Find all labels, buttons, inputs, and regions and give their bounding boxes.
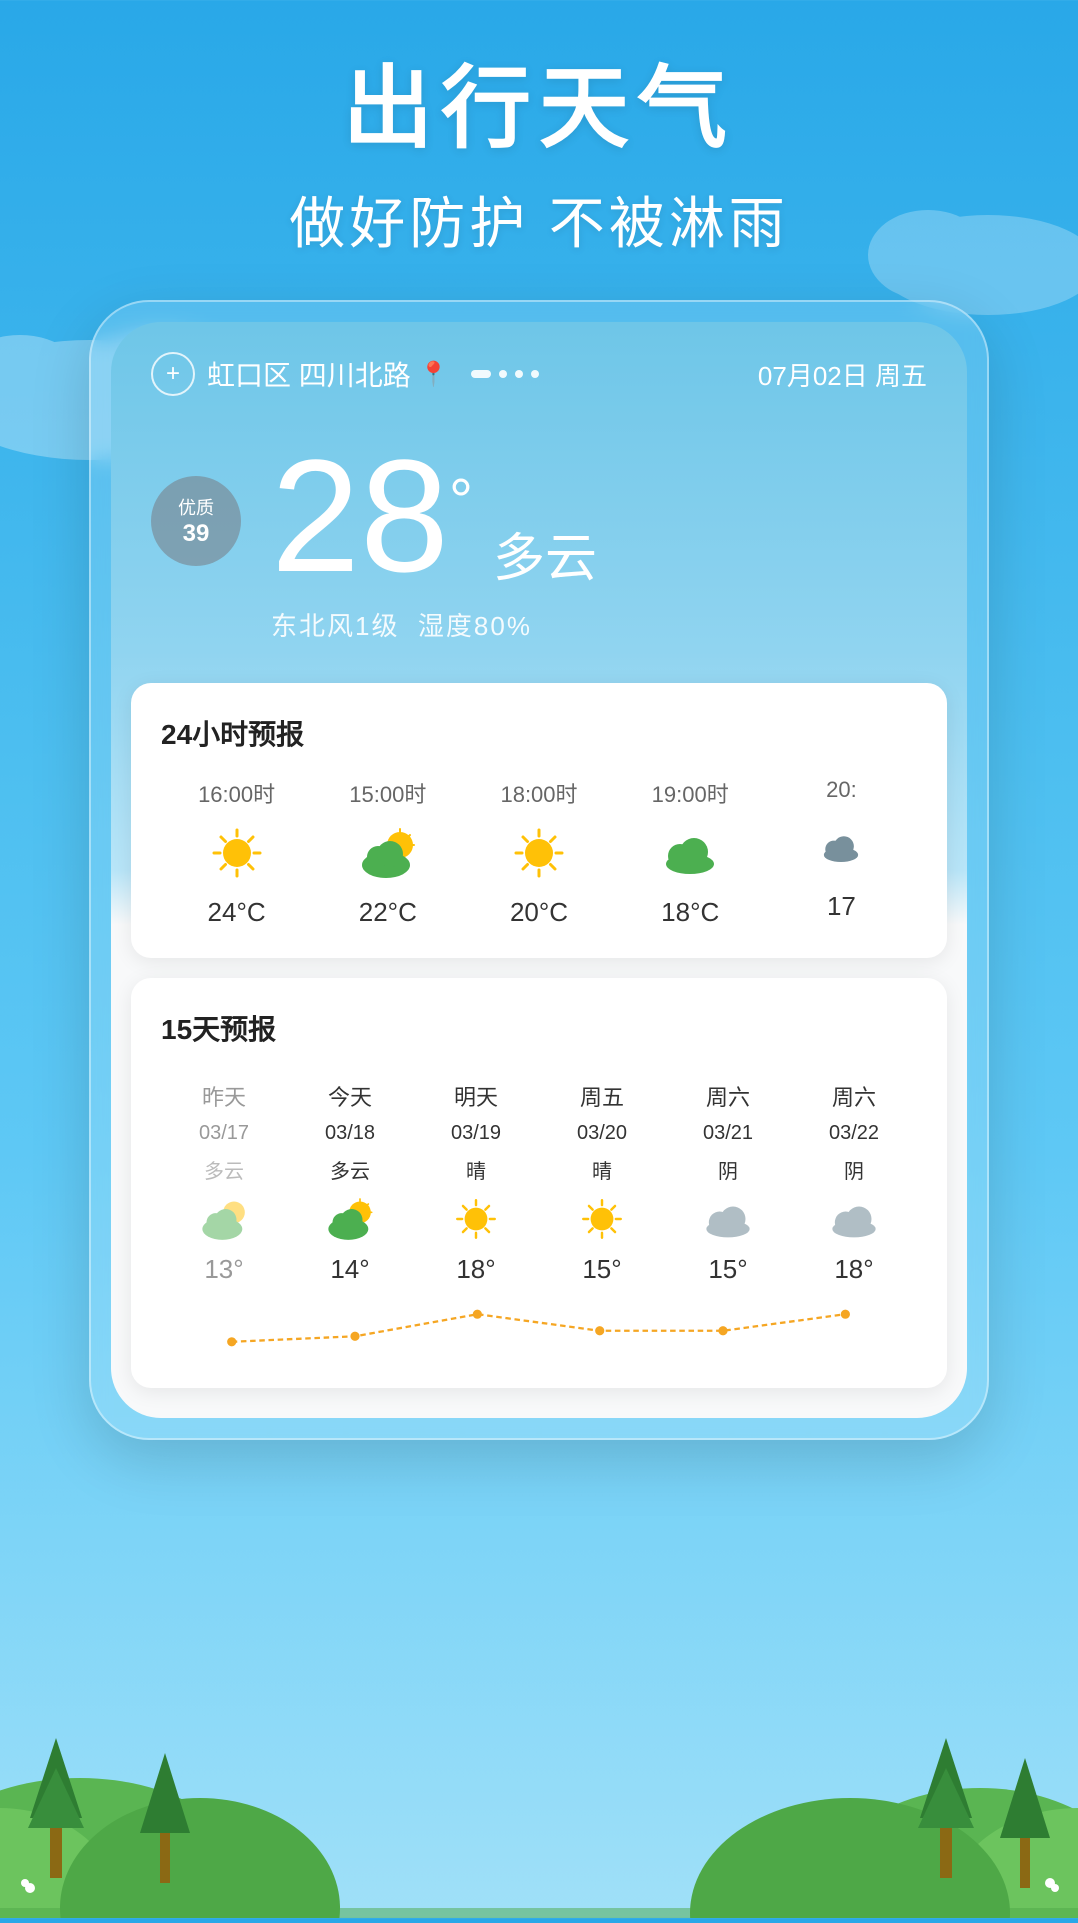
hour-icon-1 — [207, 823, 267, 883]
day-item-3: 明天 03/19 晴 — [413, 1072, 539, 1293]
hour-icon-2 — [358, 823, 418, 883]
hour-label-1: 16:00时 — [198, 777, 275, 809]
day-temp-6: 18° — [834, 1254, 873, 1285]
aqi-label: 优质 — [178, 494, 214, 520]
aqi-badge: 优质 39 — [151, 476, 241, 566]
top-banner: 出行天气 做好防护 不被淋雨 — [0, 0, 1078, 300]
day-date-4: 03/20 — [577, 1122, 627, 1145]
page-indicators — [471, 370, 539, 378]
dot-1 — [471, 370, 491, 378]
hour-label-3: 18:00时 — [500, 777, 577, 809]
sub-title: 做好防护 不被淋雨 — [40, 179, 1038, 260]
day-temp-4: 15° — [582, 1254, 621, 1285]
day-label-2: 今天 — [328, 1080, 372, 1112]
day-temp-1: 13° — [204, 1254, 243, 1285]
day-label-4: 周五 — [580, 1080, 624, 1112]
day-temp-3: 18° — [456, 1254, 495, 1285]
day-label-5: 周六 — [706, 1080, 750, 1112]
aqi-value: 39 — [183, 520, 210, 548]
hour-temp-3: 20°C — [510, 897, 568, 928]
dot-2 — [499, 370, 507, 378]
hour-label-2: 15:00时 — [349, 777, 426, 809]
weather-header: + 虹口区 四川北路 📍 07月02日 周五 — [111, 322, 967, 416]
hour-icon-5 — [811, 817, 871, 877]
day-condition-2: 多云 — [330, 1155, 370, 1184]
daily-forecast-card: 15天预报 昨天 03/17 多云 — [131, 978, 947, 1388]
hourly-forecast-card: 24小时预报 16:00时 — [131, 683, 947, 958]
day-date-1: 03/17 — [199, 1122, 249, 1145]
day-icon-5 — [703, 1194, 753, 1244]
phone-mockup: + 虹口区 四川北路 📍 07月02日 周五 — [89, 300, 989, 1440]
day-condition-6: 阴 — [844, 1155, 864, 1184]
bottom-scenery — [0, 1618, 1078, 1918]
date-display: 07月02日 周五 — [758, 356, 927, 393]
day-condition-3: 晴 — [466, 1155, 486, 1184]
day-label-3: 明天 — [454, 1080, 498, 1112]
day-icon-4 — [577, 1194, 627, 1244]
hour-temp-1: 24°C — [208, 897, 266, 928]
hour-item-4: 19:00时 18°C — [615, 777, 766, 928]
degree-symbol: ° — [449, 466, 473, 535]
temperature-area: 28 ° 多云 东北风1级 湿度80% — [271, 436, 927, 643]
weather-detail: 东北风1级 湿度80% — [271, 606, 927, 643]
day-icon-2 — [325, 1194, 375, 1244]
hour-temp-4: 18°C — [661, 897, 719, 928]
day-item-5: 周六 03/21 阴 15° — [665, 1072, 791, 1293]
day-condition-4: 晴 — [592, 1155, 612, 1184]
day-item-6: 周六 03/22 阴 18° — [791, 1072, 917, 1293]
day-label-6: 周六 — [832, 1080, 876, 1112]
hour-item-5: 20: 17 — [766, 777, 917, 928]
hour-temp-2: 22°C — [359, 897, 417, 928]
day-date-6: 03/22 — [829, 1122, 879, 1145]
hour-icon-3 — [509, 823, 569, 883]
hour-temp-5: 17 — [827, 891, 856, 922]
day-icon-1 — [199, 1194, 249, 1244]
day-temp-5: 15° — [708, 1254, 747, 1285]
daily-forecast-grid: 昨天 03/17 多云 13° — [161, 1072, 917, 1293]
dot-3 — [515, 370, 523, 378]
main-title: 出行天气 — [40, 60, 1038, 159]
day-item-1: 昨天 03/17 多云 13° — [161, 1072, 287, 1293]
day-icon-3 — [451, 1194, 501, 1244]
day-condition-5: 阴 — [718, 1155, 738, 1184]
hour-item-2: 15:00时 — [312, 777, 463, 928]
day-item-4: 周五 03/20 晴 — [539, 1072, 665, 1293]
hour-label-5: 20: — [826, 777, 857, 803]
location-pin-icon: 📍 — [419, 360, 449, 389]
hour-item-1: 16:00时 — [161, 777, 312, 928]
location-area: + 虹口区 四川北路 📍 — [151, 352, 539, 396]
location-name: 虹口区 四川北路 — [207, 354, 411, 394]
day-date-5: 03/21 — [703, 1122, 753, 1145]
add-location-button[interactable]: + — [151, 352, 195, 396]
hour-icon-4 — [660, 823, 720, 883]
day-label-1: 昨天 — [202, 1080, 246, 1112]
day-condition-1: 多云 — [204, 1155, 244, 1184]
temp-line-graph — [161, 1303, 917, 1358]
day-icon-6 — [829, 1194, 879, 1244]
hour-item-3: 18:00时 — [463, 777, 614, 928]
day-date-3: 03/19 — [451, 1122, 501, 1145]
day-date-2: 03/18 — [325, 1122, 375, 1145]
daily-forecast-title: 15天预报 — [161, 1008, 917, 1048]
temperature: 28 — [271, 436, 449, 596]
hour-label-4: 19:00时 — [652, 777, 729, 809]
weather-main: 优质 39 28 ° 多云 东北风1级 湿度80% — [111, 416, 967, 683]
day-item-2: 今天 03/18 多云 — [287, 1072, 413, 1293]
weather-condition: 多云 — [493, 516, 597, 591]
dot-4 — [531, 370, 539, 378]
day-temp-2: 14° — [330, 1254, 369, 1285]
hourly-forecast-list: 16:00时 — [161, 777, 917, 928]
hourly-forecast-title: 24小时预报 — [161, 713, 917, 753]
